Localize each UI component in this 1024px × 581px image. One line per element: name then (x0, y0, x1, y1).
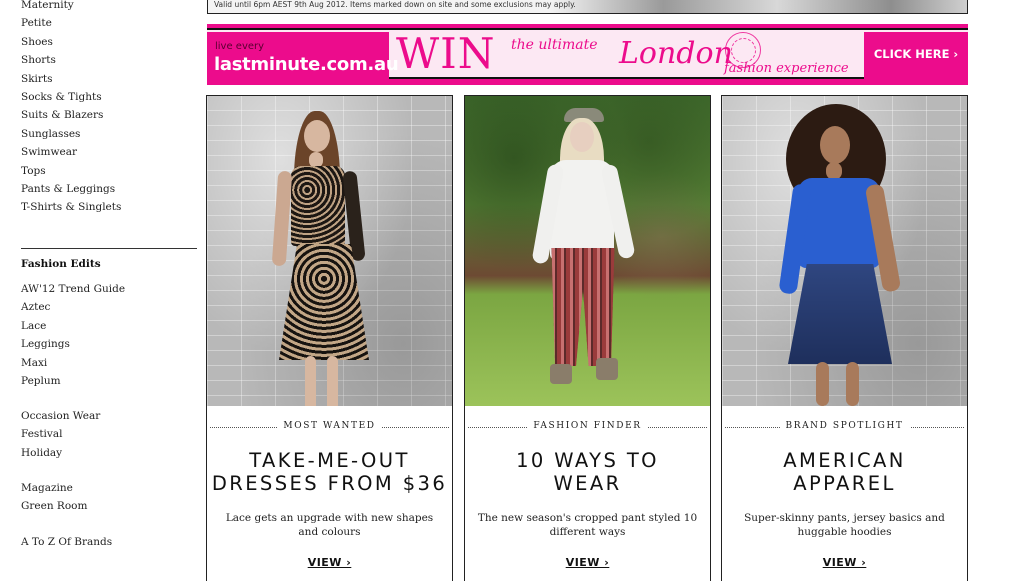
promo-card-most-wanted[interactable]: MOST WANTED TAKE-ME-OUT DRESSES FROM $36… (206, 95, 453, 581)
sidebar-link-petite[interactable]: Petite (21, 14, 121, 32)
cropped-pant-model-image[interactable] (465, 96, 710, 406)
headline-line-2: WEAR (553, 472, 622, 495)
sidebar-link-tshirts-singlets[interactable]: T-Shirts & Singlets (21, 198, 121, 216)
sidebar-link-festival[interactable]: Festival (21, 425, 100, 443)
sidebar-link-shoes[interactable]: Shoes (21, 33, 121, 51)
sidebar-link-swimwear[interactable]: Swimwear (21, 143, 121, 161)
card-kicker: MOST WANTED (277, 421, 382, 431)
american-apparel-model-image[interactable] (722, 96, 967, 406)
card-kicker: BRAND SPOTLIGHT (779, 421, 910, 431)
headline-line-1: AMERICAN (783, 449, 906, 472)
sidebar-link-peplum[interactable]: Peplum (21, 372, 125, 390)
sidebar-link-suits-blazers[interactable]: Suits & Blazers (21, 106, 121, 124)
sidebar-link-socks-tights[interactable]: Socks & Tights (21, 88, 121, 106)
card-headline[interactable]: AMERICAN APPAREL (722, 449, 967, 495)
card-text-panel: FASHION FINDER 10 WAYS TO WEAR The new s… (465, 406, 710, 581)
headline-line-2: DRESSES FROM $36 (211, 472, 448, 495)
sidebar-link-occasion-wear[interactable]: Occasion Wear (21, 407, 100, 425)
occasion-list: Occasion Wear Festival Holiday (21, 407, 100, 462)
fashion-edits-heading: Fashion Edits (21, 258, 101, 270)
sidebar-link-leggings[interactable]: Leggings (21, 335, 125, 353)
lace-dress-model-image[interactable] (207, 96, 452, 406)
banner-tagline: live every (215, 41, 265, 52)
sidebar-link-holiday[interactable]: Holiday (21, 444, 100, 462)
sidebar-link-sunglasses[interactable]: Sunglasses (21, 125, 121, 143)
card-blurb: The new season's cropped pant styled 10 … (477, 512, 698, 538)
card-blurb: Super-skinny pants, jersey basics and hu… (744, 512, 945, 538)
sidebar-link-skirts[interactable]: Skirts (21, 70, 121, 88)
sidebar-link-aztec[interactable]: Aztec (21, 298, 125, 316)
card-blurb: Lace gets an upgrade with new shapes and… (225, 512, 434, 538)
model-figure (271, 106, 387, 406)
model-figure (778, 104, 904, 406)
sidebar-link-a-to-z-brands[interactable]: A To Z Of Brands (21, 533, 112, 551)
promo-terms-text: Valid until 6pm AEST 9th Aug 2012. Items… (214, 0, 576, 9)
lastminute-promo-banner[interactable]: live every lastminute.com.au WIN the ult… (207, 24, 968, 85)
headline-line-2: APPAREL (793, 472, 896, 495)
fashion-edits-list: AW'12 Trend Guide Aztec Lace Leggings Ma… (21, 280, 125, 390)
sidebar-link-maxi[interactable]: Maxi (21, 354, 125, 372)
sidebar-link-shorts[interactable]: Shorts (21, 51, 121, 69)
brands-list: A To Z Of Brands (21, 533, 112, 551)
banner-win-text: WIN (396, 29, 496, 78)
banner-body: live every lastminute.com.au WIN the ult… (207, 28, 968, 79)
sidebar-link-lace[interactable]: Lace (21, 317, 125, 335)
kicker-divider: BRAND SPOTLIGHT (725, 419, 964, 435)
lastminute-logo: lastminute.com.au (214, 54, 399, 75)
category-list: Maternity Petite Shoes Shorts Skirts Soc… (21, 0, 121, 217)
banner-click-here-label: CLICK HERE › (873, 47, 959, 61)
card-text-panel: BRAND SPOTLIGHT AMERICAN APPAREL Super-s… (722, 406, 967, 581)
banner-brand-panel: live every lastminute.com.au (207, 32, 399, 79)
kicker-divider: FASHION FINDER (468, 419, 707, 435)
model-figure (531, 108, 640, 398)
sidebar-link-pants-leggings[interactable]: Pants & Leggings (21, 180, 121, 198)
card-headline[interactable]: 10 WAYS TO WEAR (465, 449, 710, 495)
sidebar-link-green-room[interactable]: Green Room (21, 497, 87, 515)
banner-experience-text: fashion experience (724, 61, 849, 76)
view-button[interactable]: VIEW › (722, 556, 967, 569)
card-kicker: FASHION FINDER (527, 421, 648, 431)
promo-card-brand-spotlight[interactable]: BRAND SPOTLIGHT AMERICAN APPAREL Super-s… (721, 95, 968, 581)
view-button[interactable]: VIEW › (207, 556, 452, 569)
kicker-divider: MOST WANTED (210, 419, 449, 435)
editorial-list: Magazine Green Room (21, 479, 87, 516)
sidebar-divider (21, 248, 197, 249)
banner-london-text: London (619, 36, 733, 71)
sidebar-link-tops[interactable]: Tops (21, 162, 121, 180)
card-headline[interactable]: TAKE-ME-OUT DRESSES FROM $36 (207, 449, 452, 495)
promo-card-fashion-finder[interactable]: FASHION FINDER 10 WAYS TO WEAR The new s… (464, 95, 711, 581)
headline-line-1: TAKE-ME-OUT (249, 449, 410, 472)
card-text-panel: MOST WANTED TAKE-ME-OUT DRESSES FROM $36… (207, 406, 452, 581)
banner-click-here-button[interactable]: CLICK HERE › (864, 32, 968, 79)
sidebar-link-magazine[interactable]: Magazine (21, 479, 87, 497)
view-button[interactable]: VIEW › (465, 556, 710, 569)
headline-line-1: 10 WAYS TO (516, 449, 659, 472)
sidebar-link-maternity[interactable]: Maternity (21, 0, 121, 14)
promo-strip[interactable]: Valid until 6pm AEST 9th Aug 2012. Items… (207, 0, 968, 14)
sidebar-link-aw12-trend-guide[interactable]: AW'12 Trend Guide (21, 280, 125, 298)
banner-ultimate-text: the ultimate (511, 37, 598, 53)
